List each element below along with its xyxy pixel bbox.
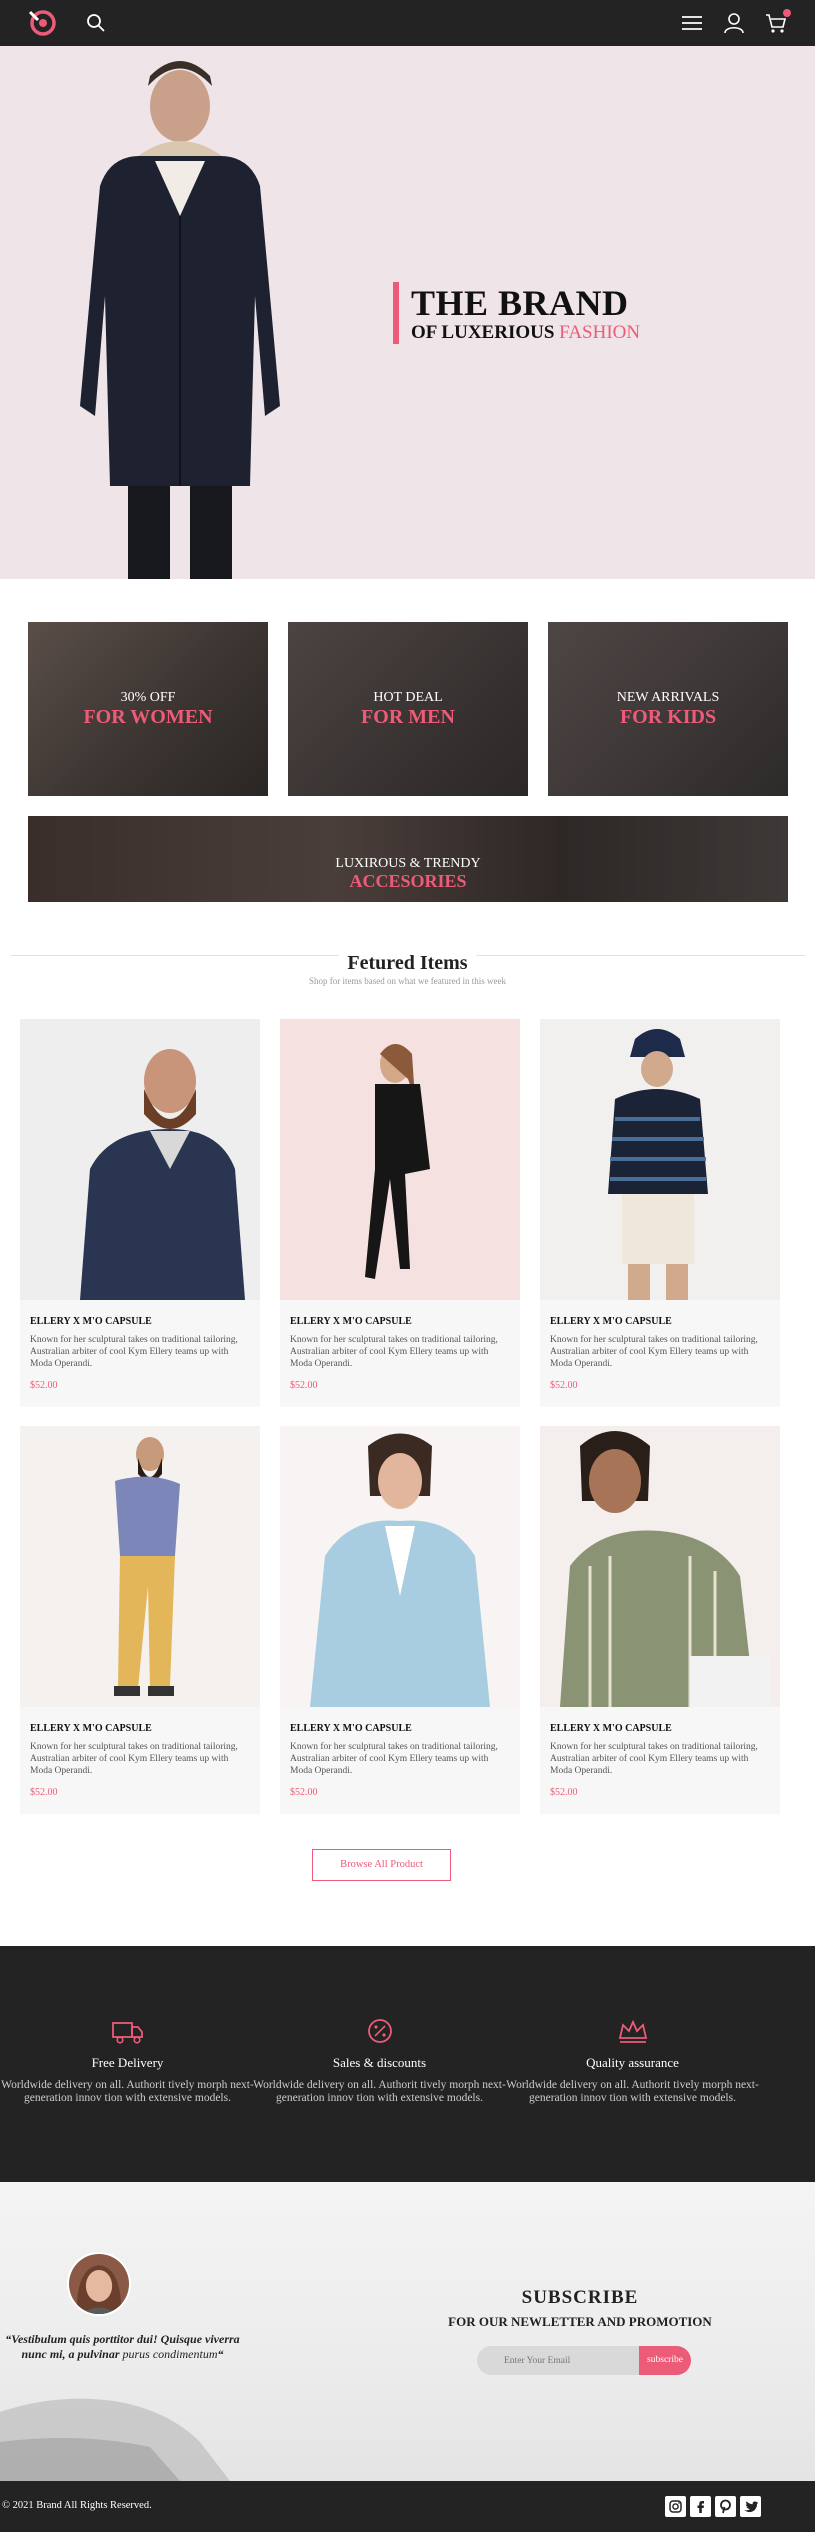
email-input[interactable] <box>477 2346 639 2375</box>
footer: © 2021 Brand All Rights Reserved. <box>0 2481 815 2532</box>
category-tile-line2: FOR WOMEN <box>83 706 213 728</box>
product-card[interactable]: ELLERY X M'O CAPSULE Known for her sculp… <box>280 1426 520 1814</box>
product-image <box>280 1019 520 1300</box>
product-image <box>20 1019 260 1300</box>
feature-title: Quality assurance <box>586 2055 679 2070</box>
product-card[interactable]: ELLERY X M'O CAPSULE Known for her sculp… <box>20 1426 260 1814</box>
product-description: Known for her sculptural takes on tradit… <box>290 1742 498 1776</box>
category-tile-accessories[interactable]: LUXIROUS & TRENDY ACCESORIES <box>28 816 788 902</box>
quote-italic: purus condimentum <box>122 2347 218 2361</box>
product-description: Known for her sculptural takes on tradit… <box>290 1335 498 1369</box>
product-description: Known for her sculptural takes on tradit… <box>550 1742 758 1776</box>
product-description: Known for her sculptural takes on tradit… <box>30 1742 238 1776</box>
avatar <box>67 2252 131 2316</box>
product-price: $52.00 <box>550 1787 578 1798</box>
product-price: $52.00 <box>30 1380 58 1391</box>
feature-description: Worldwide delivery on all. Authorit tive… <box>253 2079 506 2104</box>
product-card[interactable]: ELLERY X M'O CAPSULE Known for her sculp… <box>540 1426 780 1814</box>
newsletter-section: “Vestibulum quis porttitor dui! Quisque … <box>0 2182 815 2481</box>
copyright-text: © 2021 Brand All Rights Reserved. <box>2 2500 152 2511</box>
hero-subtitle: OF LUXERIOUS FASHION <box>411 322 640 344</box>
category-tile-line2: ACCESORIES <box>349 871 467 891</box>
category-tile-line1: LUXIROUS & TRENDY <box>335 856 481 871</box>
product-name: ELLERY X M'O CAPSULE <box>550 1723 672 1734</box>
features-band: Free Delivery Worldwide delivery on all.… <box>0 1946 815 2182</box>
product-name: ELLERY X M'O CAPSULE <box>290 1723 412 1734</box>
product-image <box>540 1426 780 1707</box>
product-description: Known for her sculptural takes on tradit… <box>30 1335 238 1369</box>
cart-badge <box>783 9 791 17</box>
product-name: ELLERY X M'O CAPSULE <box>550 1316 672 1327</box>
truck-icon <box>112 2022 143 2044</box>
newsletter-title: SUBSCRIBE <box>521 2287 639 2308</box>
hero-model-image <box>80 61 280 579</box>
testimonial-quote: “Vestibulum quis porttitor dui! Quisque … <box>0 2332 245 2362</box>
category-tile-line1: 30% OFF <box>120 690 176 705</box>
product-card[interactable]: ELLERY X M'O CAPSULE Known for her sculp… <box>20 1019 260 1407</box>
user-icon[interactable] <box>722 11 746 35</box>
facebook-icon[interactable] <box>690 2496 711 2517</box>
product-card[interactable]: ELLERY X M'O CAPSULE Known for her sculp… <box>540 1019 780 1407</box>
browse-all-button[interactable]: Browse All Product <box>312 1849 451 1881</box>
featured-title-text: Fetured Items <box>339 952 476 974</box>
category-tile-women[interactable]: 30% OFF FOR WOMEN <box>28 622 268 796</box>
category-tile-men[interactable]: HOT DEAL FOR MEN <box>288 622 528 796</box>
category-tile-line1: HOT DEAL <box>373 690 443 705</box>
newsletter-subtitle: FOR OUR NEWLETTER AND PROMOTION <box>448 2314 712 2329</box>
hero-subtitle-accent: FASHION <box>559 322 641 343</box>
instagram-icon[interactable] <box>665 2496 686 2517</box>
featured-title: Fetured Items <box>0 952 815 975</box>
twitter-icon[interactable] <box>740 2496 761 2517</box>
product-description: Known for her sculptural takes on tradit… <box>550 1335 758 1369</box>
product-image <box>540 1019 780 1300</box>
percent-badge-icon <box>368 2019 392 2043</box>
product-price: $52.00 <box>290 1787 318 1798</box>
coast-background-image <box>0 2398 230 2481</box>
feature-title: Free Delivery <box>91 2055 164 2070</box>
category-tile-line1: NEW ARRIVALS <box>616 690 720 705</box>
featured-subtitle: Shop for items based on what we featured… <box>309 976 506 986</box>
menu-icon[interactable] <box>680 11 704 35</box>
feature-title: Sales & discounts <box>332 2055 427 2070</box>
category-tile-line2: FOR KIDS <box>619 706 717 728</box>
search-icon[interactable] <box>84 11 108 35</box>
product-price: $52.00 <box>290 1380 318 1391</box>
logo-icon[interactable] <box>28 8 58 38</box>
hero-accent-bar <box>393 282 399 344</box>
crown-icon <box>618 2019 648 2043</box>
category-tile-line2: FOR MEN <box>361 706 455 728</box>
hero-subtitle-prefix: OF LUXERIOUS <box>411 322 555 343</box>
product-image <box>280 1426 520 1707</box>
product-price: $52.00 <box>550 1380 578 1391</box>
product-price: $52.00 <box>30 1787 58 1798</box>
hero-title: THE BRAND <box>411 283 629 323</box>
feature-description: Worldwide delivery on all. Authorit tive… <box>506 2079 759 2104</box>
feature-description: Worldwide delivery on all. Authorit tive… <box>1 2079 254 2104</box>
product-name: ELLERY X M'O CAPSULE <box>290 1316 412 1327</box>
hero-banner: THE BRAND OF LUXERIOUS FASHION <box>0 46 815 579</box>
pinterest-icon[interactable] <box>715 2496 736 2517</box>
product-name: ELLERY X M'O CAPSULE <box>30 1316 152 1327</box>
product-name: ELLERY X M'O CAPSULE <box>30 1723 152 1734</box>
category-tile-kids[interactable]: NEW ARRIVALS FOR KIDS <box>548 622 788 796</box>
product-card[interactable]: ELLERY X M'O CAPSULE Known for her sculp… <box>280 1019 520 1407</box>
quote-end: “ <box>217 2347 224 2361</box>
product-image <box>20 1426 260 1707</box>
top-nav <box>0 0 815 46</box>
subscribe-button[interactable]: subscribe <box>639 2346 691 2375</box>
